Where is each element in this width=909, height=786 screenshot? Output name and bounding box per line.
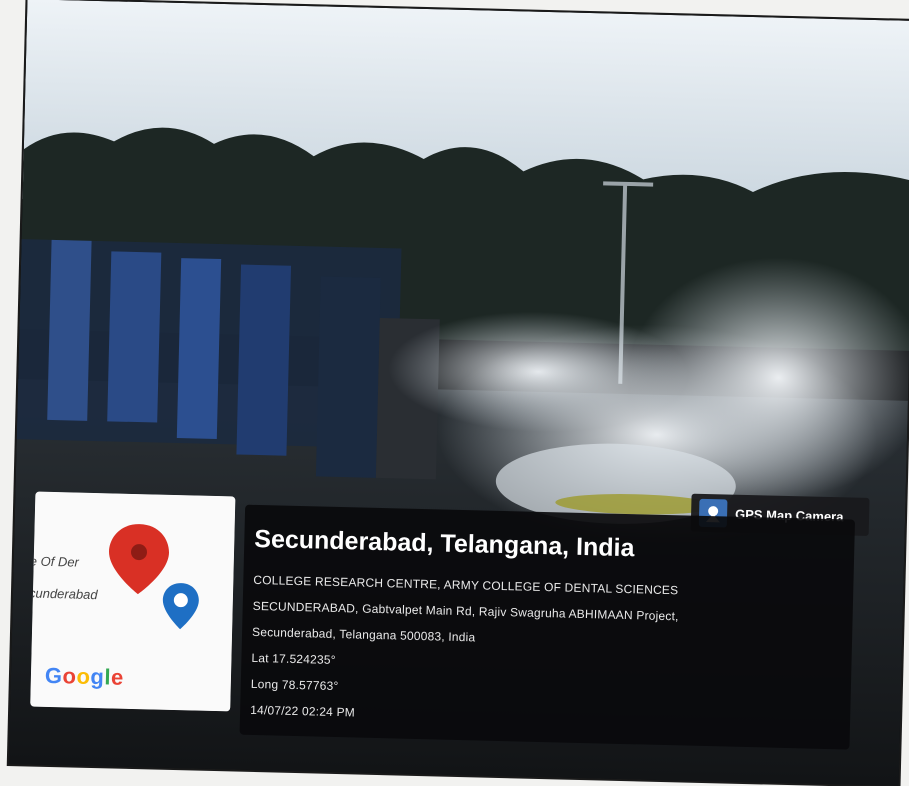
latitude: Lat 17.524235° (251, 650, 336, 667)
map-place-label: cunderabad (30, 585, 98, 603)
google-logo: Google (45, 663, 124, 691)
geotagged-photo: e Of Der cunderabad Google GPS Map Camer… (8, 0, 909, 786)
map-place-label: e Of Der (30, 553, 80, 570)
page: e Of Der cunderabad Google GPS Map Camer… (0, 0, 909, 786)
map-thumbnail: e Of Der cunderabad Google (30, 491, 236, 712)
address-line: Secunderabad, Telangana 500083, India (251, 624, 476, 645)
datetime-stamp: 14/07/22 02:24 PM (250, 702, 356, 720)
google-logo-letter: G (44, 662, 63, 689)
google-logo-letter: o (62, 663, 77, 689)
address-line: COLLEGE RESEARCH CENTRE, ARMY COLLEGE OF… (253, 572, 679, 598)
google-logo-letter: o (76, 663, 91, 689)
google-logo-letter: e (110, 664, 125, 690)
longitude: Long 78.57763° (250, 676, 339, 694)
address-line: SECUNDERABAD, Gabtvalpet Main Rd, Rajiv … (252, 598, 679, 624)
location-caption: Secunderabad, Telangana, India COLLEGE R… (239, 504, 856, 750)
google-logo-letter: g (90, 663, 105, 690)
location-title: Secunderabad, Telangana, India (254, 524, 635, 563)
